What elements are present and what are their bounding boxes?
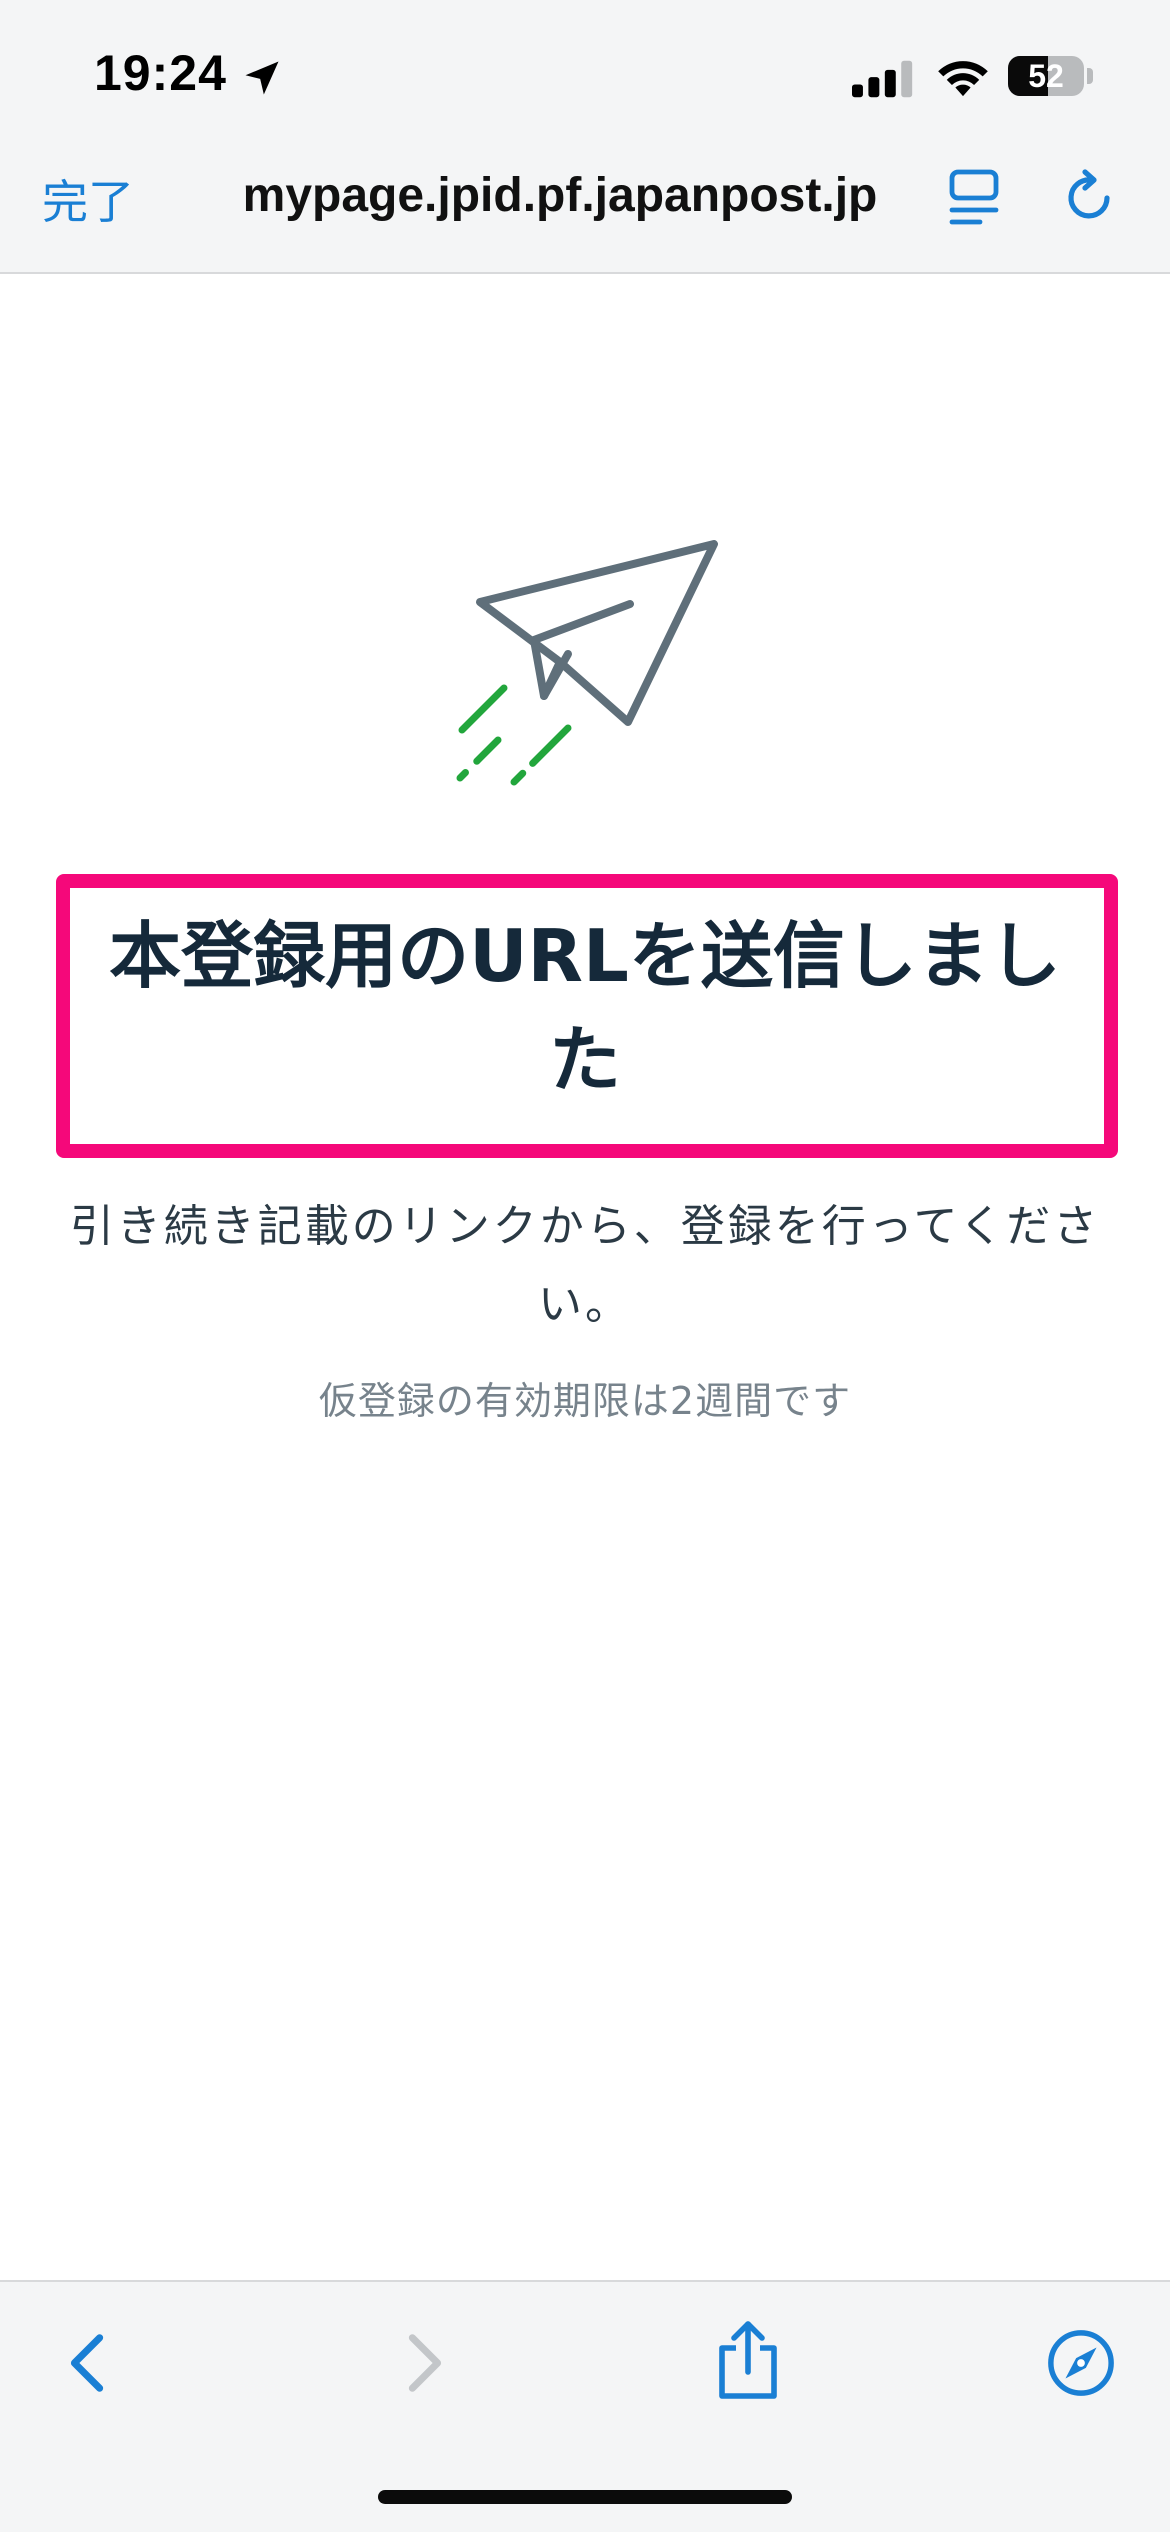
url-display[interactable]: mypage.jpid.pf.japanpost.jp [220,168,900,223]
battery-tip [1087,68,1093,84]
cellular-signal-icon [852,60,913,98]
safari-view-controller: 19:24 52 完了 mypage.jpid.pf.japanpost.jp [0,0,1170,2532]
paper-plane-icon [456,540,718,786]
reader-icon[interactable] [946,168,1002,228]
forward-icon[interactable] [396,2330,452,2396]
instruction-text: 引き続き記載のリンクから、登録を行ってください。 [69,1201,1101,1330]
done-button[interactable]: 完了 [42,166,134,232]
share-icon[interactable] [712,2318,784,2402]
status-time: 19:24 [94,45,227,101]
home-indicator[interactable] [378,2490,792,2504]
wifi-icon [938,61,988,97]
battery-icon: 52 [1008,56,1084,96]
compass-icon[interactable] [1046,2328,1116,2398]
battery-level: 52 [1028,58,1064,94]
location-arrow-icon [245,61,279,95]
reload-icon[interactable] [1062,168,1120,228]
browser-header: 19:24 52 完了 mypage.jpid.pf.japanpost.jp [0,0,1170,274]
back-icon[interactable] [60,2330,116,2396]
expiry-note: 仮登録の有効期限は2週間です [318,1379,852,1423]
page-title: 本登録用のURLを送信しました [109,914,1061,1102]
